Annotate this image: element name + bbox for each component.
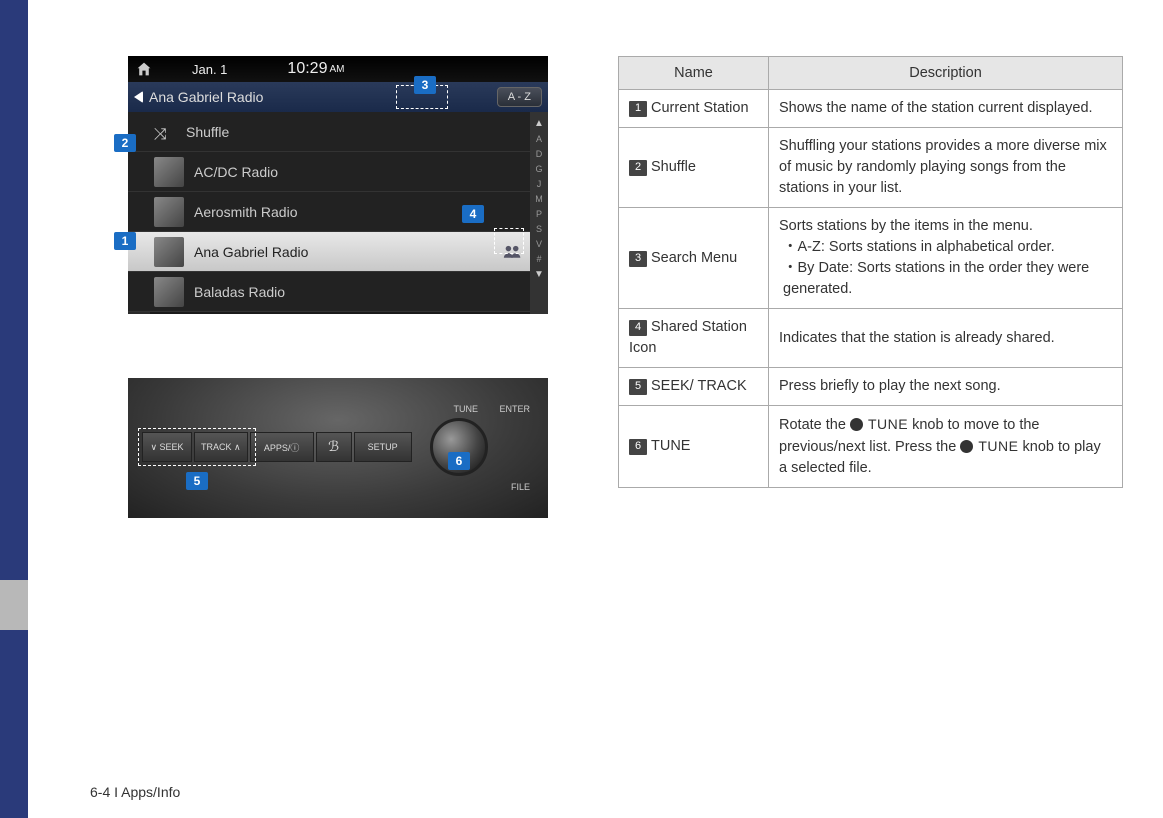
figures-column: Jan. 1 10:29 AM Ana Gabriel Radio A - Z … — [128, 56, 548, 518]
setup-button: SETUP — [354, 432, 412, 462]
sort-button: A - Z — [497, 87, 542, 107]
callout-5: 5 — [186, 472, 208, 490]
status-date: Jan. 1 — [192, 62, 227, 77]
file-label: FILE — [511, 482, 530, 492]
callout-1: 1 — [114, 232, 136, 250]
screenshot-hardware-panel: ∨ SEEK TRACK ∧ APPS/ⓘ ℬ SETUP TUNE ENTER… — [128, 378, 548, 518]
station-thumb — [154, 197, 184, 227]
table-row: 5SEEK/ TRACK Press briefly to play the n… — [619, 368, 1123, 406]
status-time: 10:29 — [287, 60, 327, 78]
station-thumb — [154, 157, 184, 187]
current-station-label: Ana Gabriel Radio — [149, 89, 263, 105]
side-tab — [0, 0, 28, 818]
station-thumb — [154, 277, 184, 307]
page-footer: 6-4 I Apps/Info — [90, 784, 180, 800]
th-name: Name — [619, 57, 769, 90]
shuffle-icon: ⤨ — [154, 126, 174, 138]
home-icon — [136, 61, 152, 77]
status-bar: Jan. 1 10:29 AM — [128, 56, 548, 82]
list-item: Baladas Radio — [128, 272, 530, 312]
tune-label: TUNE — [454, 404, 479, 414]
apps-button: APPS/ⓘ — [250, 432, 314, 462]
tune-knob-icon — [850, 418, 863, 431]
scroll-up-icon: ▲ — [534, 118, 544, 129]
table-row: 1Current Station Shows the name of the s… — [619, 90, 1123, 128]
callout-4: 4 — [462, 205, 484, 223]
list-item: AC/DC Radio — [128, 152, 530, 192]
enter-label: ENTER — [499, 404, 530, 414]
callout-2: 2 — [114, 134, 136, 152]
screenshot-station-list: Jan. 1 10:29 AM Ana Gabriel Radio A - Z … — [128, 56, 548, 314]
th-desc: Description — [769, 57, 1123, 90]
scroll-down-icon: ▼ — [534, 269, 544, 280]
callout-6: 6 — [448, 452, 470, 470]
table-row: 4Shared Station Icon Indicates that the … — [619, 309, 1123, 368]
b-button: ℬ — [316, 432, 352, 462]
status-ampm: AM — [329, 64, 344, 75]
alpha-scrollbar: ▲ A D G J M P S V # ▼ — [530, 112, 548, 314]
callout-box-5 — [138, 428, 256, 466]
station-thumb — [154, 237, 184, 267]
table-row: 2Shuffle Shuffling your stations provide… — [619, 128, 1123, 208]
description-table: Name Description 1Current Station Shows … — [618, 56, 1123, 488]
table-row: 3Search Menu Sorts stations by the items… — [619, 208, 1123, 309]
current-station-bar: Ana Gabriel Radio A - Z — [128, 82, 548, 112]
back-icon — [134, 91, 143, 103]
table-row: 6TUNE Rotate the TUNE knob to move to th… — [619, 406, 1123, 488]
callout-box-4 — [494, 228, 524, 254]
list-item-selected: Ana Gabriel Radio — [128, 232, 530, 272]
callout-3: 3 — [414, 76, 436, 94]
list-item-shuffle: ⤨ Shuffle — [128, 112, 530, 152]
tune-knob-icon — [960, 440, 973, 453]
